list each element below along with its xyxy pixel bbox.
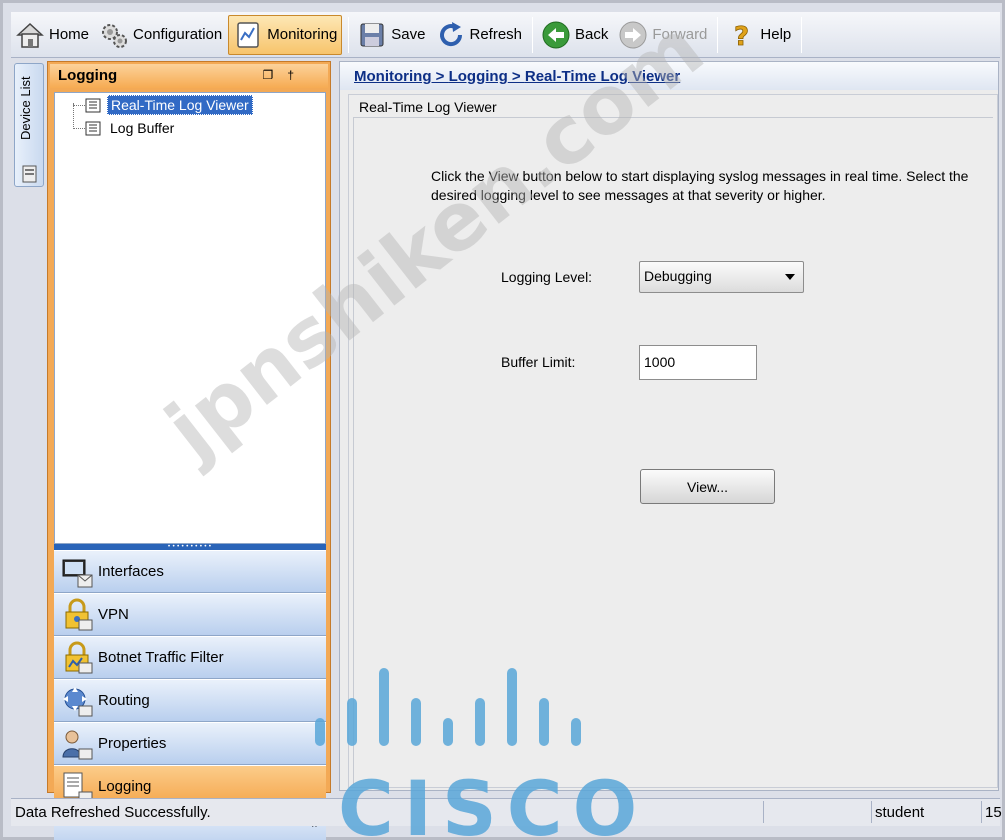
- nav-item-label: Logging: [98, 778, 152, 795]
- breadcrumb-separator: >: [507, 68, 525, 85]
- status-extra: 15: [985, 804, 1002, 821]
- status-message: Data Refreshed Successfully.: [15, 804, 211, 821]
- nav-item-label: Interfaces: [98, 563, 164, 580]
- chevron-down-icon: [785, 274, 795, 280]
- log-buffer-icon: [85, 121, 101, 135]
- tree-line: [73, 105, 85, 106]
- monitoring-icon: [237, 21, 259, 48]
- tree-item-label: Real-Time Log Viewer: [107, 95, 253, 115]
- home-icon: [16, 22, 44, 48]
- forward-label: Forward: [652, 26, 708, 43]
- device-icon: [22, 165, 37, 183]
- tree-item-label: Log Buffer: [110, 120, 175, 136]
- interfaces-icon: [62, 559, 93, 587]
- breadcrumb-monitoring[interactable]: Monitoring: [354, 68, 431, 85]
- group-title: Real-Time Log Viewer: [359, 99, 497, 115]
- status-separator: [763, 801, 764, 823]
- toolbar-separator: [348, 16, 350, 53]
- help-question-icon: ?: [734, 21, 750, 50]
- description-line: desired logging level to see messages at…: [431, 187, 826, 203]
- refresh-icon: [439, 21, 462, 46]
- svg-text:?: ?: [734, 22, 749, 50]
- vpn-icon: [65, 598, 93, 630]
- tree-line: [73, 128, 85, 129]
- restore-icon[interactable]: ❐: [263, 68, 288, 82]
- monitoring-button[interactable]: Monitoring: [228, 14, 343, 55]
- back-button[interactable]: Back: [537, 15, 612, 55]
- breadcrumb-logging[interactable]: Logging: [449, 68, 508, 85]
- log-viewer-form: Real-Time Log Viewer Click the View butt…: [348, 94, 998, 788]
- monitoring-label: Monitoring: [267, 26, 338, 43]
- back-arrow-icon: [542, 21, 570, 48]
- nav-item-label: Botnet Traffic Filter: [98, 649, 224, 666]
- nav-list: Interfaces VPN Botnet Traffic Filter Rou…: [54, 550, 326, 840]
- description-line: Click the View button below to start dis…: [431, 168, 969, 184]
- status-user: student: [875, 804, 925, 821]
- breadcrumb: Monitoring > Logging > Real-Time Log Vie…: [340, 62, 998, 90]
- refresh-label: Refresh: [469, 26, 523, 43]
- app-window: Home Configuration Monitoring Save Refre…: [0, 0, 1005, 840]
- group-border: [353, 117, 993, 785]
- status-separator: [981, 801, 982, 823]
- nav-item-label: Properties: [98, 735, 167, 752]
- navigation-panel: Logging ❐† Real-Time Log Viewer Log Buff…: [47, 61, 331, 840]
- nav-item-label: Routing: [98, 692, 150, 709]
- logging-level-label: Logging Level:: [501, 269, 593, 285]
- description-text: Click the View button below to start dis…: [431, 167, 1001, 205]
- back-label: Back: [575, 26, 609, 43]
- device-list-label: Device List: [18, 76, 33, 140]
- buffer-limit-label: Buffer Limit:: [501, 354, 576, 370]
- help-button[interactable]: ? Help: [722, 15, 795, 55]
- panel-header-controls: ❐†: [263, 68, 308, 82]
- status-bar: Data Refreshed Successfully. student 15: [11, 798, 1002, 826]
- save-icon: [360, 23, 384, 46]
- tree-item-real-time-log-viewer[interactable]: Real-Time Log Viewer: [85, 95, 253, 115]
- save-label: Save: [391, 26, 426, 43]
- refresh-button[interactable]: Refresh: [432, 15, 527, 55]
- properties-icon: [62, 730, 93, 759]
- help-label: Help: [760, 26, 792, 43]
- forward-button[interactable]: Forward: [614, 15, 711, 55]
- gear-icon: [102, 23, 128, 48]
- routing-icon: [63, 686, 93, 716]
- pin-icon[interactable]: †: [287, 68, 308, 82]
- status-separator: [871, 801, 872, 823]
- nav-item-vpn[interactable]: VPN: [54, 593, 326, 636]
- panel-title: Logging: [58, 67, 118, 84]
- content-panel: Monitoring > Logging > Real-Time Log Vie…: [339, 61, 999, 791]
- breadcrumb-separator: >: [431, 68, 449, 85]
- view-button[interactable]: View...: [640, 469, 775, 504]
- logging-level-value: Debugging: [644, 268, 712, 284]
- panel-header: Logging ❐†: [50, 64, 328, 88]
- save-button[interactable]: Save: [353, 15, 429, 55]
- toolbar-separator: [532, 16, 534, 53]
- configuration-label: Configuration: [133, 26, 223, 43]
- logging-tree: Real-Time Log Viewer Log Buffer: [54, 92, 326, 544]
- botnet-icon: [65, 641, 93, 673]
- nav-item-interfaces[interactable]: Interfaces: [54, 550, 326, 593]
- buffer-limit-input[interactable]: 1000: [639, 345, 757, 380]
- logging-level-select[interactable]: Debugging: [639, 261, 804, 293]
- tree-item-log-buffer[interactable]: Log Buffer: [85, 118, 177, 138]
- toolbar-separator: [717, 16, 719, 53]
- nav-item-routing[interactable]: Routing: [54, 679, 326, 722]
- log-viewer-icon: [85, 98, 101, 112]
- configuration-button[interactable]: Configuration: [95, 15, 226, 55]
- main-toolbar: Home Configuration Monitoring Save Refre…: [11, 12, 1000, 58]
- forward-arrow-icon: [619, 21, 647, 48]
- nav-item-botnet-traffic-filter[interactable]: Botnet Traffic Filter: [54, 636, 326, 679]
- device-list-tab[interactable]: Device List: [14, 63, 44, 187]
- nav-item-properties[interactable]: Properties: [54, 722, 326, 765]
- tree-line: [73, 103, 74, 129]
- home-button[interactable]: Home: [11, 15, 93, 55]
- nav-item-label: VPN: [98, 606, 129, 623]
- toolbar-separator: [801, 16, 803, 53]
- home-label: Home: [49, 26, 90, 43]
- breadcrumb-real-time-log-viewer[interactable]: Real-Time Log Viewer: [525, 68, 680, 85]
